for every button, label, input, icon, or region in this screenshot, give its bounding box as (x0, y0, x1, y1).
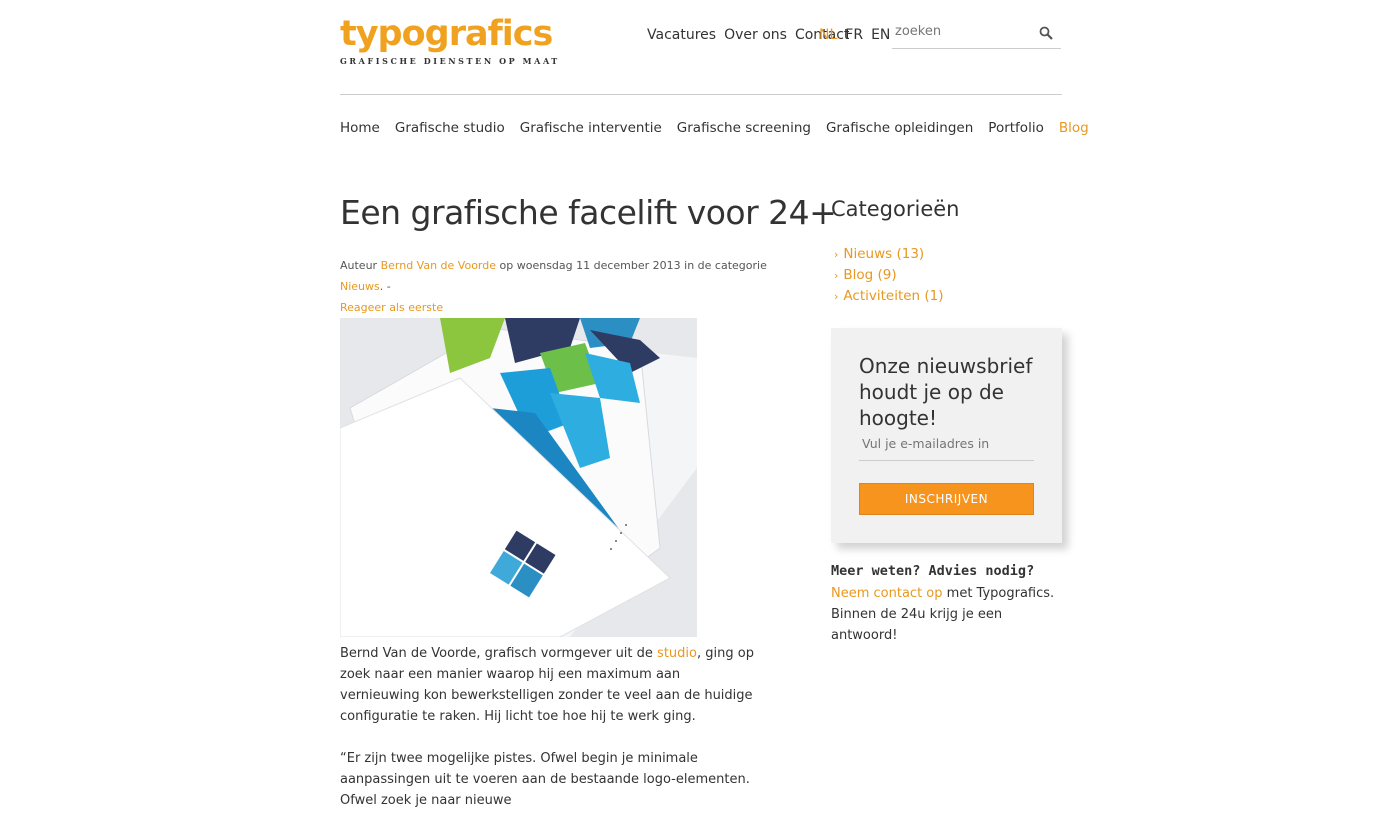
nav-grafische-interventie[interactable]: Grafische interventie (520, 120, 662, 136)
logo-wordmark: typografics (340, 14, 553, 54)
search-box (892, 20, 1061, 49)
meta-separator: . - (379, 280, 391, 293)
comment-link[interactable]: Reageer als eerste (340, 301, 443, 314)
author-link[interactable]: Bernd Van de Voorde (381, 259, 496, 272)
top-link-over-ons[interactable]: Over ons (724, 27, 787, 43)
meta-date: op woensdag 11 december 2013 in de categ… (499, 259, 767, 272)
nav-portfolio[interactable]: Portfolio (988, 120, 1044, 136)
nav-grafische-studio[interactable]: Grafische studio (395, 120, 505, 136)
category-label: Nieuws (13) (843, 246, 925, 262)
nav-home[interactable]: Home (340, 120, 380, 136)
top-link-vacatures[interactable]: Vacatures (647, 27, 716, 43)
category-label: Activiteiten (1) (843, 288, 944, 304)
newsletter-title: Onze nieuwsbrief houdt je op de hoogte! (859, 354, 1033, 430)
category-item-blog[interactable]: › Blog (9) (834, 265, 944, 286)
newsletter-field (859, 432, 1035, 461)
contact-link[interactable]: Neem contact op (831, 586, 943, 601)
category-list: › Nieuws (13) › Blog (9) › Activiteiten (1) (834, 244, 944, 307)
category-item-activiteiten[interactable]: › Activiteiten (1) (834, 286, 944, 307)
lang-fr[interactable]: FR (845, 27, 863, 43)
search-input[interactable] (892, 20, 1038, 43)
chevron-right-icon: › (834, 290, 839, 303)
help-text: Neem contact op met Typografics. Binnen … (831, 583, 1063, 646)
nav-grafische-screening[interactable]: Grafische screening (677, 120, 811, 136)
categories-title: Categorieën (831, 197, 960, 221)
subscribe-button[interactable]: INSCHRIJVEN (859, 483, 1034, 515)
email-field[interactable] (859, 432, 1035, 455)
stationery-illustration (340, 318, 697, 637)
newsletter-box: Onze nieuwsbrief houdt je op de hoogte! … (831, 328, 1062, 543)
article-image (340, 318, 697, 637)
chevron-right-icon: › (834, 248, 839, 261)
lang-en[interactable]: EN (871, 27, 890, 43)
language-switcher: NL FR EN (819, 27, 890, 43)
search-icon[interactable] (1039, 26, 1053, 40)
category-link[interactable]: Nieuws (340, 280, 380, 293)
article-body: Bernd Van de Voorde, grafisch vormgever … (340, 643, 760, 832)
header-divider (340, 94, 1062, 95)
lang-nl[interactable]: NL (819, 27, 837, 43)
post-title: Een grafische facelift voor 24+ (340, 193, 837, 232)
post-meta: Auteur Bernd Van de Voorde op woensdag 1… (340, 255, 770, 318)
site-logo[interactable]: typografics GRAFISCHE DIENSTEN OP MAAT (340, 14, 560, 66)
article-paragraph-2: “Er zijn twee mogelijke pistes. Ofwel be… (340, 751, 750, 808)
nav-grafische-opleidingen[interactable]: Grafische opleidingen (826, 120, 973, 136)
category-label: Blog (9) (843, 267, 897, 283)
meta-author-prefix: Auteur (340, 259, 378, 272)
chevron-right-icon: › (834, 269, 839, 282)
paragraph-1-before: Bernd Van de Voorde, grafisch vormgever … (340, 646, 653, 661)
category-item-nieuws[interactable]: › Nieuws (13) (834, 244, 944, 265)
article-paragraph-1: Bernd Van de Voorde, grafisch vormgever … (340, 643, 760, 727)
logo-tagline: GRAFISCHE DIENSTEN OP MAAT (340, 56, 560, 66)
studio-link[interactable]: studio (657, 646, 697, 661)
main-nav: Home Grafische studio Grafische interven… (340, 120, 1089, 136)
nav-blog[interactable]: Blog (1059, 120, 1089, 136)
help-title: Meer weten? Advies nodig? (831, 563, 1035, 579)
